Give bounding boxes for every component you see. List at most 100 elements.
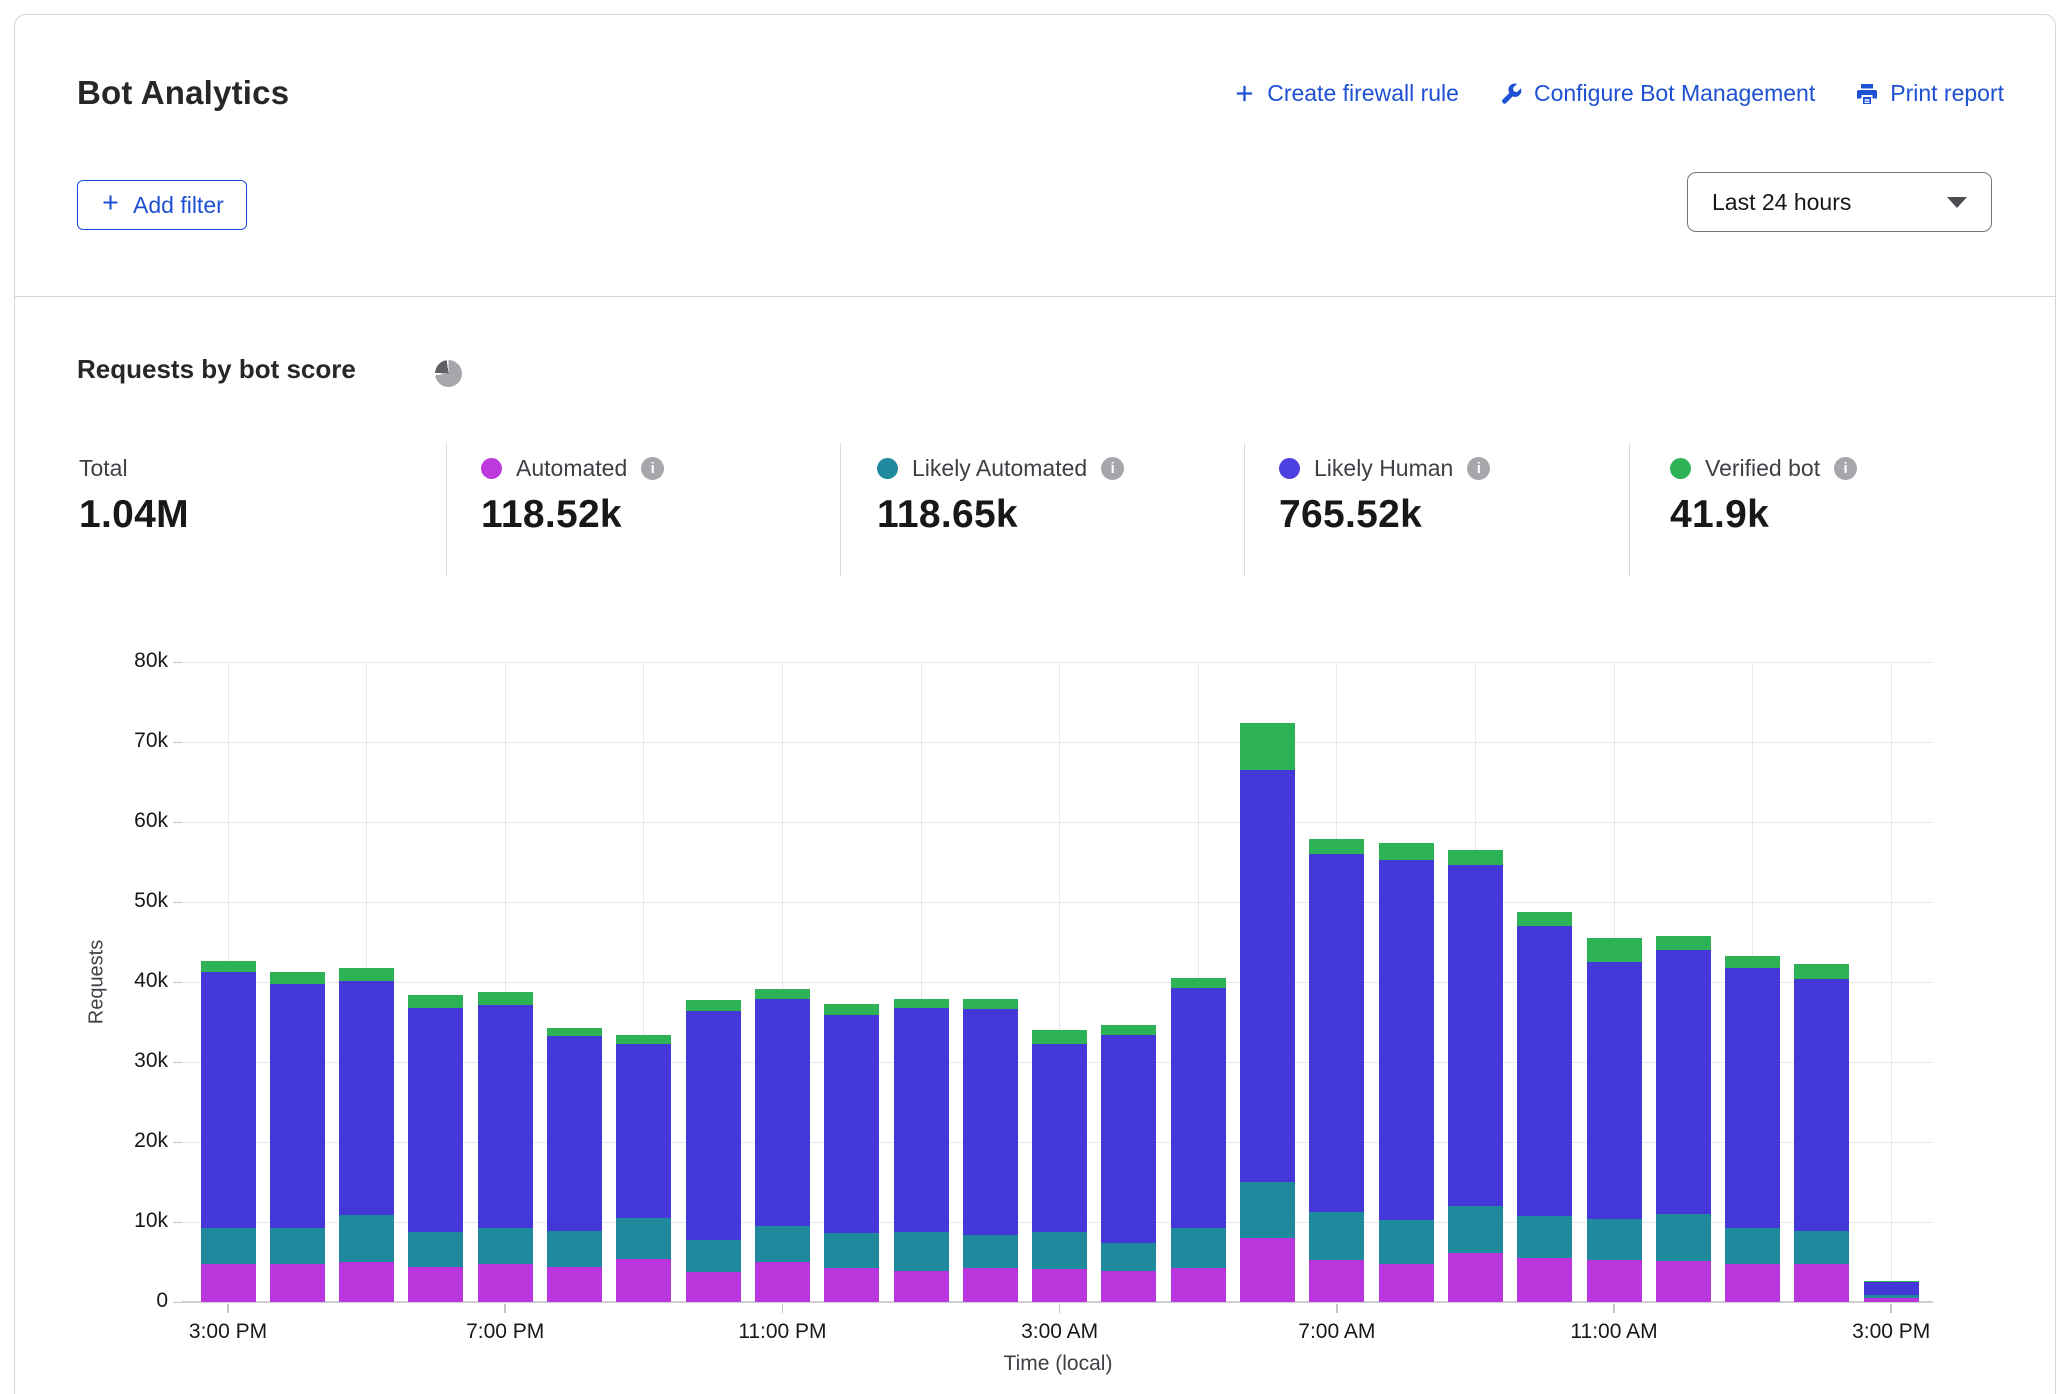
bar-segment-likely-human bbox=[1864, 1282, 1919, 1295]
bar-segment-automated bbox=[1171, 1268, 1226, 1302]
bot-analytics-page: Bot Analytics Create firewall rule Confi… bbox=[0, 0, 2070, 1394]
bar-3-00-pm[interactable] bbox=[201, 961, 256, 1302]
bar-segment-likely-automated bbox=[478, 1228, 533, 1263]
y-tick bbox=[173, 742, 182, 744]
bar-segment-automated bbox=[478, 1264, 533, 1302]
y-tick-label: 50k bbox=[88, 889, 168, 913]
gridline bbox=[182, 742, 1933, 743]
bar-segment-likely-human bbox=[686, 1011, 741, 1241]
bar-segment-likely-automated bbox=[1032, 1232, 1087, 1269]
bar-segment-likely-human bbox=[894, 1008, 949, 1232]
y-tick bbox=[173, 1222, 182, 1224]
bar-segment-verified-bot bbox=[1448, 850, 1503, 865]
bar-segment-verified-bot bbox=[686, 1000, 741, 1010]
bar-11-00-am[interactable] bbox=[1587, 938, 1642, 1302]
x-tick bbox=[1890, 1304, 1892, 1313]
y-tick bbox=[173, 902, 182, 904]
bar-9-00-pm[interactable] bbox=[616, 1035, 671, 1302]
y-tick-label: 70k bbox=[88, 729, 168, 753]
gridline bbox=[182, 662, 1933, 663]
bar-7-00-pm[interactable] bbox=[478, 992, 533, 1302]
bar-segment-likely-automated bbox=[1101, 1243, 1156, 1271]
bar-segment-automated bbox=[755, 1262, 810, 1302]
bar-segment-automated bbox=[1656, 1261, 1711, 1302]
bar-segment-verified-bot bbox=[1171, 978, 1226, 988]
bar-segment-verified-bot bbox=[1101, 1025, 1156, 1035]
bar-segment-likely-human bbox=[963, 1009, 1018, 1235]
bar-segment-likely-automated bbox=[201, 1228, 256, 1264]
bar-segment-automated bbox=[408, 1267, 463, 1302]
bar-segment-verified-bot bbox=[547, 1028, 602, 1037]
x-tick bbox=[1336, 1304, 1338, 1313]
bar-segment-automated bbox=[1725, 1264, 1780, 1302]
bar-segment-verified-bot bbox=[270, 972, 325, 983]
bar-6-00-pm[interactable] bbox=[408, 995, 463, 1302]
bar-segment-automated bbox=[1448, 1253, 1503, 1302]
y-tick bbox=[173, 822, 182, 824]
bar-5-00-pm[interactable] bbox=[339, 968, 394, 1302]
bar-segment-automated bbox=[686, 1272, 741, 1302]
bar-10-00-am[interactable] bbox=[1517, 912, 1572, 1302]
bar-3-00-pm[interactable] bbox=[1864, 1281, 1919, 1302]
bar-8-00-am[interactable] bbox=[1379, 843, 1434, 1302]
bar-segment-likely-automated bbox=[1171, 1228, 1226, 1268]
bar-3-00-am[interactable] bbox=[1032, 1030, 1087, 1302]
bar-segment-verified-bot bbox=[1309, 839, 1364, 854]
bar-7-00-am[interactable] bbox=[1309, 839, 1364, 1302]
bar-segment-likely-human bbox=[1587, 962, 1642, 1219]
bar-12-00-pm[interactable] bbox=[1656, 936, 1711, 1302]
bar-2-00-pm[interactable] bbox=[1794, 964, 1849, 1302]
bar-2-00-am[interactable] bbox=[963, 999, 1018, 1302]
bar-5-00-am[interactable] bbox=[1171, 978, 1226, 1302]
bar-segment-automated bbox=[201, 1264, 256, 1302]
bar-segment-verified-bot bbox=[1032, 1030, 1087, 1044]
bar-12-00-am[interactable] bbox=[824, 1004, 879, 1302]
bar-9-00-am[interactable] bbox=[1448, 850, 1503, 1302]
bar-segment-likely-human bbox=[339, 981, 394, 1215]
bar-4-00-pm[interactable] bbox=[270, 972, 325, 1302]
bar-1-00-pm[interactable] bbox=[1725, 956, 1780, 1302]
bar-segment-likely-human bbox=[1725, 968, 1780, 1228]
bar-segment-verified-bot bbox=[824, 1004, 879, 1014]
bar-segment-automated bbox=[616, 1259, 671, 1302]
bar-segment-automated bbox=[1864, 1298, 1919, 1302]
bar-segment-automated bbox=[1517, 1258, 1572, 1302]
bar-10-00-pm[interactable] bbox=[686, 1000, 741, 1302]
bar-4-00-am[interactable] bbox=[1101, 1025, 1156, 1302]
bar-segment-verified-bot bbox=[1379, 843, 1434, 860]
bar-segment-likely-human bbox=[270, 984, 325, 1229]
bar-6-00-am[interactable] bbox=[1240, 723, 1295, 1302]
bar-segment-verified-bot bbox=[339, 968, 394, 981]
bar-segment-likely-automated bbox=[616, 1218, 671, 1259]
bar-segment-verified-bot bbox=[478, 992, 533, 1005]
bar-segment-verified-bot bbox=[1794, 964, 1849, 979]
y-tick-label: 80k bbox=[88, 649, 168, 673]
bar-segment-likely-automated bbox=[824, 1233, 879, 1267]
gridline bbox=[182, 822, 1933, 823]
bar-segment-likely-automated bbox=[755, 1226, 810, 1262]
bar-1-00-am[interactable] bbox=[894, 999, 949, 1302]
y-tick bbox=[173, 1302, 182, 1304]
bar-8-00-pm[interactable] bbox=[547, 1028, 602, 1302]
bar-segment-automated bbox=[1794, 1264, 1849, 1302]
bar-segment-likely-automated bbox=[1240, 1182, 1295, 1238]
bar-segment-likely-human bbox=[1794, 979, 1849, 1231]
bar-segment-likely-human bbox=[201, 972, 256, 1229]
bar-11-00-pm[interactable] bbox=[755, 989, 810, 1302]
x-tick bbox=[504, 1304, 506, 1313]
x-tick-label: 11:00 PM bbox=[697, 1320, 867, 1344]
y-tick-label: 30k bbox=[88, 1049, 168, 1073]
bar-segment-likely-human bbox=[1032, 1044, 1087, 1232]
x-tick-label: 11:00 AM bbox=[1529, 1320, 1699, 1344]
y-tick-label: 10k bbox=[88, 1209, 168, 1233]
requests-by-bot-score-chart: Requests Time (local) 010k20k30k40k50k60… bbox=[0, 0, 2070, 1394]
bar-segment-likely-automated bbox=[1448, 1206, 1503, 1253]
y-tick-label: 60k bbox=[88, 809, 168, 833]
bar-segment-automated bbox=[1032, 1269, 1087, 1302]
bar-segment-likely-automated bbox=[1587, 1219, 1642, 1261]
gridline bbox=[1891, 662, 1892, 1302]
bar-segment-verified-bot bbox=[201, 961, 256, 971]
bar-segment-verified-bot bbox=[408, 995, 463, 1008]
bar-segment-verified-bot bbox=[1517, 912, 1572, 926]
bar-segment-automated bbox=[270, 1264, 325, 1302]
